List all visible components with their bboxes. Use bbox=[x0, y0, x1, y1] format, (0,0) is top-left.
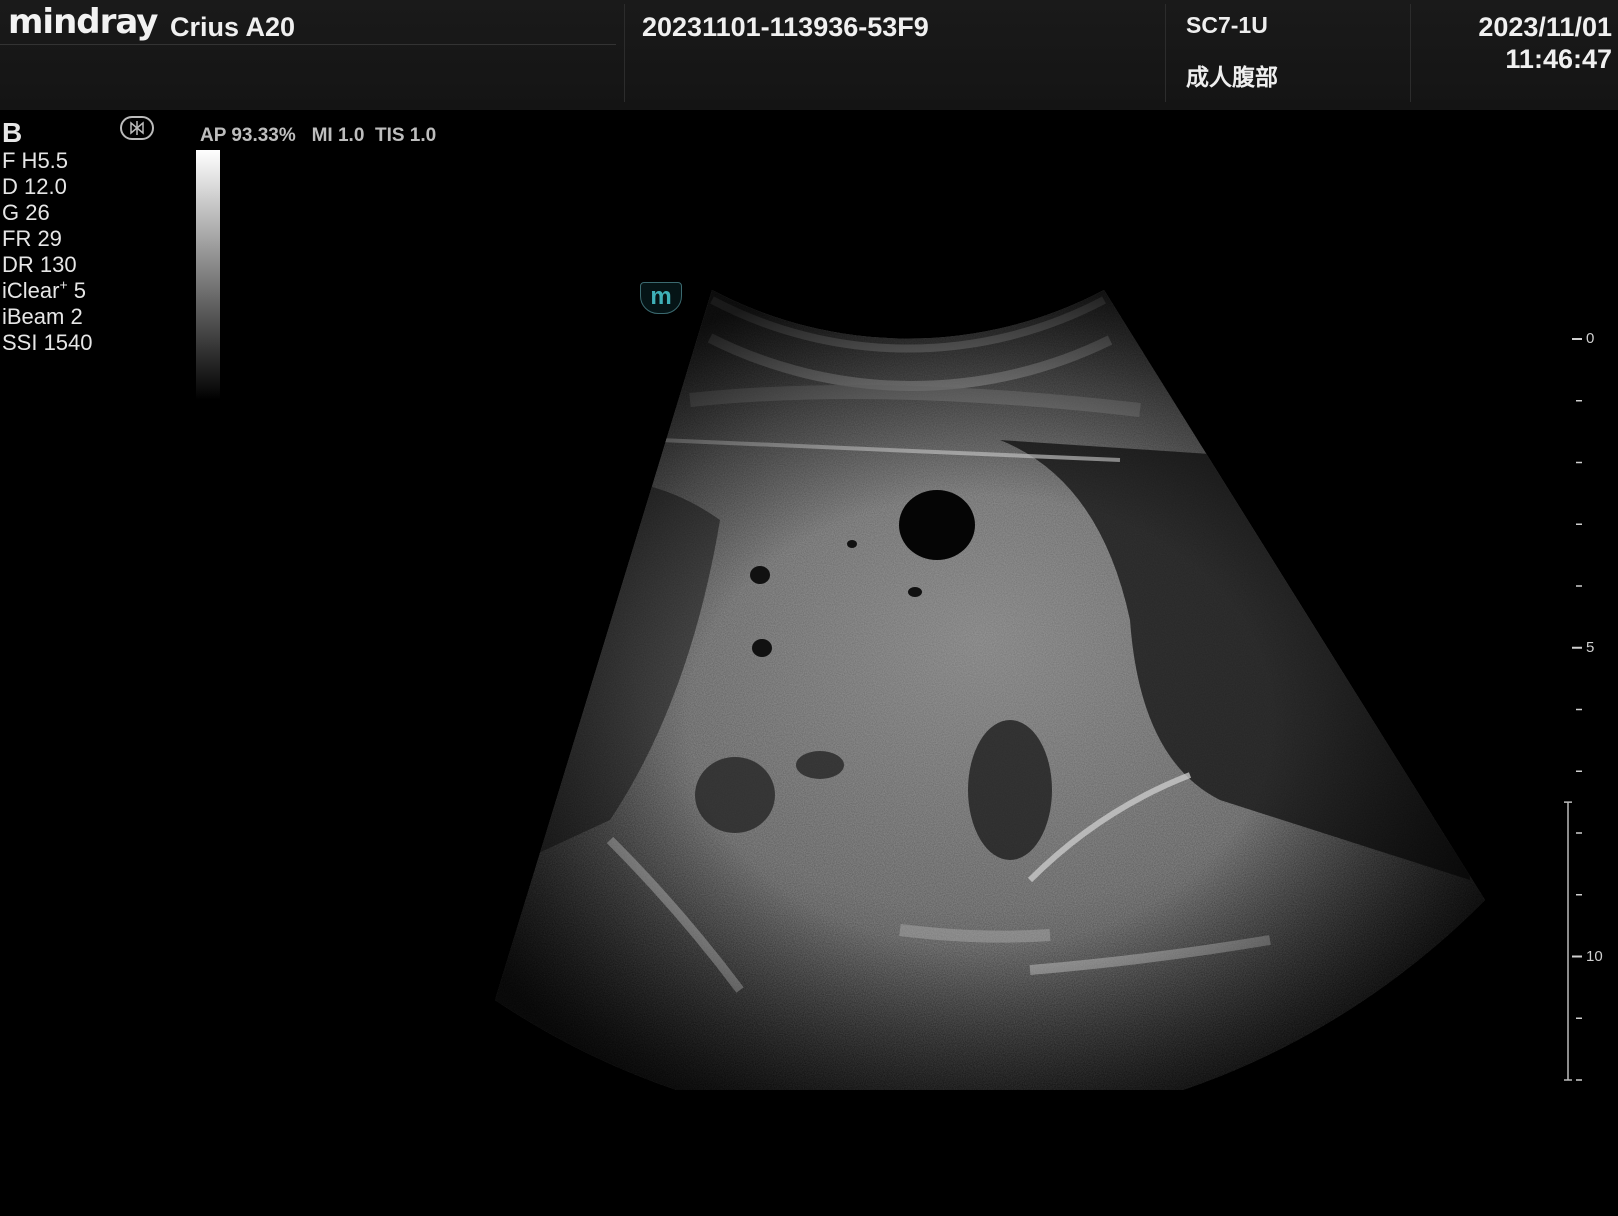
depth-label: 5 bbox=[1586, 638, 1595, 656]
depth-label: 10 bbox=[1586, 947, 1603, 965]
depth-scale bbox=[1564, 338, 1582, 1081]
depth-label: 0 bbox=[1586, 330, 1595, 347]
focus-range-bracket[interactable] bbox=[1564, 801, 1572, 1081]
